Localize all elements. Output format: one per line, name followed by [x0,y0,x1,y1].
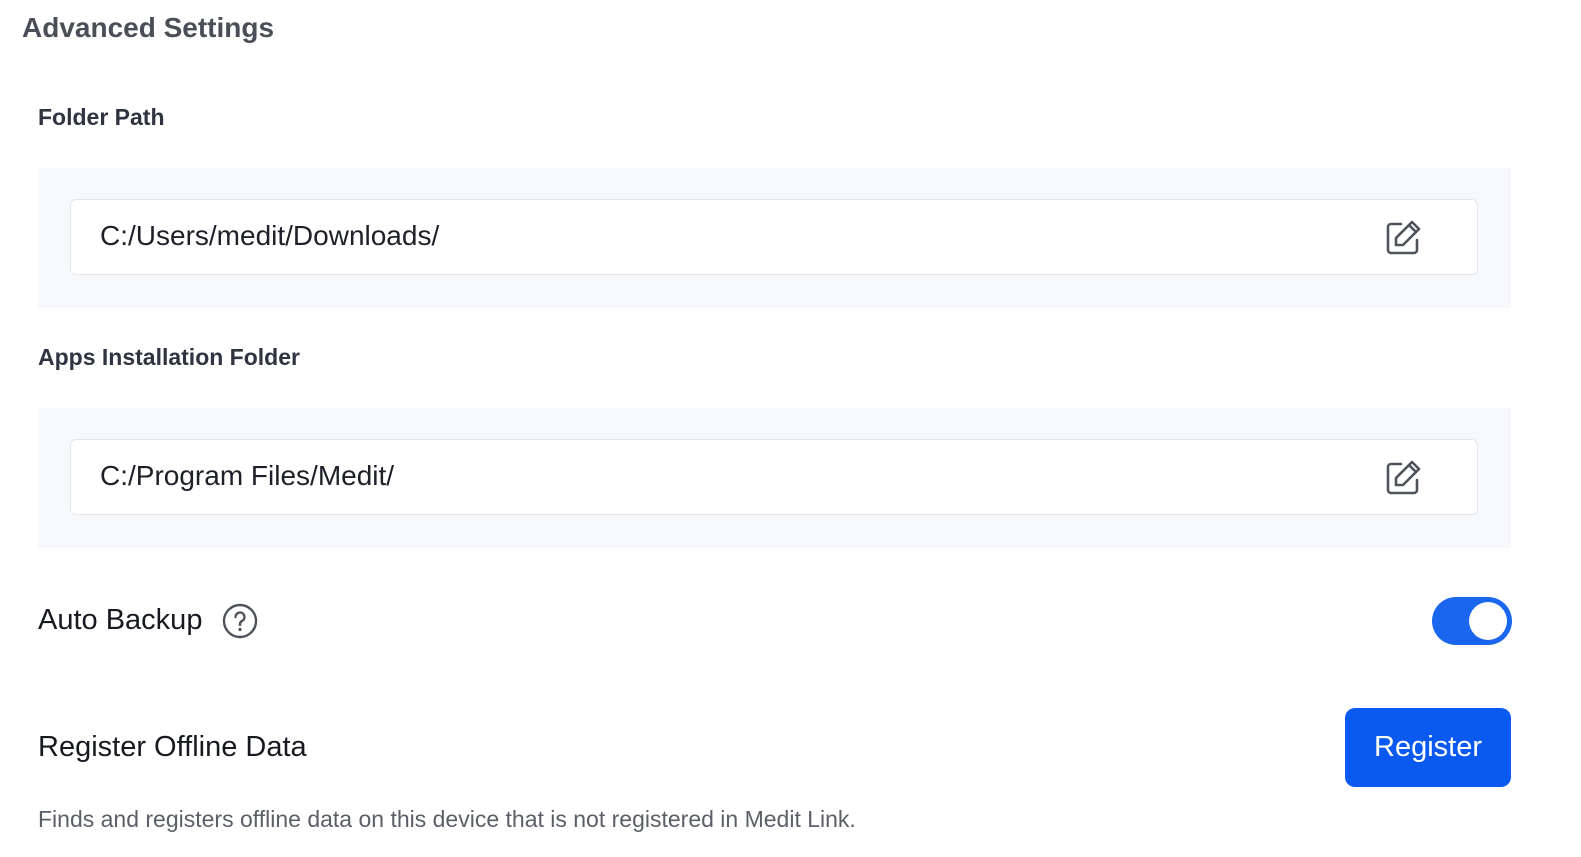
advanced-settings-page: Advanced Settings Folder Path C:/Users/m… [0,0,1581,857]
apps-installation-folder-value: C:/Program Files/Medit/ [100,460,395,491]
folder-path-field[interactable]: C:/Users/medit/Downloads/ [70,199,1478,275]
folder-path-value: C:/Users/medit/Downloads/ [100,220,440,251]
apps-installation-folder-panel: C:/Program Files/Medit/ [38,408,1511,548]
folder-path-panel: C:/Users/medit/Downloads/ [38,168,1511,308]
register-offline-data-label: Register Offline Data [38,731,307,763]
register-offline-data-description: Finds and registers offline data on this… [38,806,856,832]
toggle-knob [1469,602,1507,640]
apps-installation-folder-edit-button[interactable] [1383,458,1423,498]
page-title: Advanced Settings [22,12,275,43]
folder-path-edit-button[interactable] [1383,218,1423,258]
auto-backup-label: Auto Backup [38,604,203,636]
folder-path-label: Folder Path [38,104,165,130]
question-circle-icon [222,603,258,639]
apps-installation-folder-field[interactable]: C:/Program Files/Medit/ [70,439,1478,515]
apps-installation-folder-label: Apps Installation Folder [38,344,300,370]
register-button[interactable]: Register [1345,708,1511,787]
edit-icon [1386,460,1421,495]
edit-icon [1386,220,1421,255]
auto-backup-help-button[interactable] [222,603,258,639]
auto-backup-toggle[interactable] [1432,597,1512,645]
